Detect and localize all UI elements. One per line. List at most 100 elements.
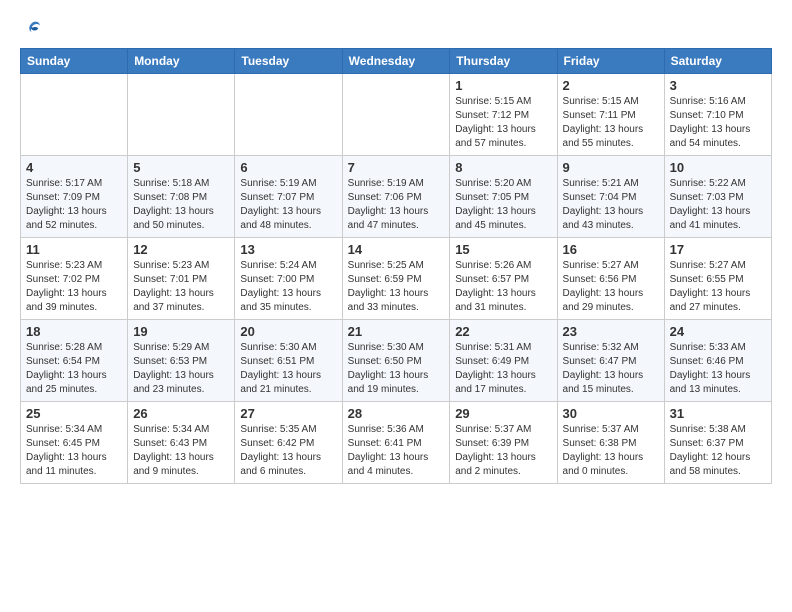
- week-row-4: 18Sunrise: 5:28 AM Sunset: 6:54 PM Dayli…: [21, 320, 772, 402]
- day-info: Sunrise: 5:25 AM Sunset: 6:59 PM Dayligh…: [348, 259, 445, 315]
- day-number: 11: [26, 242, 122, 257]
- day-info: Sunrise: 5:23 AM Sunset: 7:02 PM Dayligh…: [26, 259, 122, 315]
- calendar-table: SundayMondayTuesdayWednesdayThursdayFrid…: [20, 48, 772, 484]
- day-number: 3: [670, 78, 766, 93]
- day-info: Sunrise: 5:24 AM Sunset: 7:00 PM Dayligh…: [240, 259, 336, 315]
- day-number: 9: [563, 160, 659, 175]
- day-number: 5: [133, 160, 229, 175]
- day-number: 24: [670, 324, 766, 339]
- day-number: 15: [455, 242, 551, 257]
- day-cell: [21, 74, 128, 156]
- day-number: 10: [670, 160, 766, 175]
- day-cell: 8 Sunrise: 5:20 AM Sunset: 7:05 PM Daylig…: [450, 156, 557, 238]
- col-header-monday: Monday: [128, 49, 235, 74]
- day-cell: 24 Sunrise: 5:33 AM Sunset: 6:46 PM Dayli…: [664, 320, 771, 402]
- day-cell: 2Sunrise: 5:15 AM Sunset: 7:11 PM Daylig…: [557, 74, 664, 156]
- calendar-body: 1 Sunrise: 5:15 AM Sunset: 7:12 PM Daylig…: [21, 74, 772, 484]
- day-info: Sunrise: 5:26 AM Sunset: 6:57 PM Dayligh…: [455, 259, 551, 315]
- day-info: Sunrise: 5:30 AM Sunset: 6:50 PM Dayligh…: [348, 341, 445, 397]
- day-cell: 31 Sunrise: 5:38 AM Sunset: 6:37 PM Dayli…: [664, 402, 771, 484]
- day-info: Sunrise: 5:28 AM Sunset: 6:54 PM Dayligh…: [26, 341, 122, 397]
- day-cell: 17 Sunrise: 5:27 AM Sunset: 6:55 PM Dayli…: [664, 238, 771, 320]
- day-info: Sunrise: 5:37 AM Sunset: 6:39 PM Dayligh…: [455, 423, 551, 479]
- day-cell: 7 Sunrise: 5:19 AM Sunset: 7:06 PM Daylig…: [342, 156, 450, 238]
- week-row-5: 25 Sunrise: 5:34 AM Sunset: 6:45 PM Dayli…: [21, 402, 772, 484]
- day-number: 31: [670, 406, 766, 421]
- col-header-saturday: Saturday: [664, 49, 771, 74]
- day-cell: 30Sunrise: 5:37 AM Sunset: 6:38 PM Dayli…: [557, 402, 664, 484]
- day-info: Sunrise: 5:15 AM Sunset: 7:12 PM Dayligh…: [455, 95, 551, 151]
- day-cell: 21 Sunrise: 5:30 AM Sunset: 6:50 PM Dayli…: [342, 320, 450, 402]
- day-cell: 29Sunrise: 5:37 AM Sunset: 6:39 PM Dayli…: [450, 402, 557, 484]
- week-row-1: 1 Sunrise: 5:15 AM Sunset: 7:12 PM Daylig…: [21, 74, 772, 156]
- day-number: 26: [133, 406, 229, 421]
- week-row-2: 4 Sunrise: 5:17 AM Sunset: 7:09 PM Daylig…: [21, 156, 772, 238]
- day-number: 30: [563, 406, 659, 421]
- day-cell: 1 Sunrise: 5:15 AM Sunset: 7:12 PM Daylig…: [450, 74, 557, 156]
- day-cell: 23 Sunrise: 5:32 AM Sunset: 6:47 PM Dayli…: [557, 320, 664, 402]
- day-cell: 15 Sunrise: 5:26 AM Sunset: 6:57 PM Dayli…: [450, 238, 557, 320]
- day-cell: 26 Sunrise: 5:34 AM Sunset: 6:43 PM Dayli…: [128, 402, 235, 484]
- day-info: Sunrise: 5:35 AM Sunset: 6:42 PM Dayligh…: [240, 423, 336, 479]
- day-info: Sunrise: 5:32 AM Sunset: 6:47 PM Dayligh…: [563, 341, 659, 397]
- day-cell: 14 Sunrise: 5:25 AM Sunset: 6:59 PM Dayli…: [342, 238, 450, 320]
- day-info: Sunrise: 5:36 AM Sunset: 6:41 PM Dayligh…: [348, 423, 445, 479]
- day-number: 7: [348, 160, 445, 175]
- day-number: 1: [455, 78, 551, 93]
- day-number: 22: [455, 324, 551, 339]
- day-number: 25: [26, 406, 122, 421]
- week-row-3: 11 Sunrise: 5:23 AM Sunset: 7:02 PM Dayli…: [21, 238, 772, 320]
- day-number: 4: [26, 160, 122, 175]
- day-info: Sunrise: 5:19 AM Sunset: 7:07 PM Dayligh…: [240, 177, 336, 233]
- day-info: Sunrise: 5:33 AM Sunset: 6:46 PM Dayligh…: [670, 341, 766, 397]
- day-info: Sunrise: 5:27 AM Sunset: 6:55 PM Dayligh…: [670, 259, 766, 315]
- day-cell: 11 Sunrise: 5:23 AM Sunset: 7:02 PM Dayli…: [21, 238, 128, 320]
- day-info: Sunrise: 5:16 AM Sunset: 7:10 PM Dayligh…: [670, 95, 766, 151]
- day-info: Sunrise: 5:34 AM Sunset: 6:45 PM Dayligh…: [26, 423, 122, 479]
- day-cell: [128, 74, 235, 156]
- day-info: Sunrise: 5:18 AM Sunset: 7:08 PM Dayligh…: [133, 177, 229, 233]
- day-number: 19: [133, 324, 229, 339]
- day-number: 6: [240, 160, 336, 175]
- day-info: Sunrise: 5:19 AM Sunset: 7:06 PM Dayligh…: [348, 177, 445, 233]
- day-cell: 28 Sunrise: 5:36 AM Sunset: 6:41 PM Dayli…: [342, 402, 450, 484]
- day-cell: 18Sunrise: 5:28 AM Sunset: 6:54 PM Dayli…: [21, 320, 128, 402]
- header: [20, 20, 772, 38]
- day-info: Sunrise: 5:38 AM Sunset: 6:37 PM Dayligh…: [670, 423, 766, 479]
- col-header-wednesday: Wednesday: [342, 49, 450, 74]
- day-number: 14: [348, 242, 445, 257]
- day-info: Sunrise: 5:15 AM Sunset: 7:11 PM Dayligh…: [563, 95, 659, 151]
- col-header-sunday: Sunday: [21, 49, 128, 74]
- day-cell: 13Sunrise: 5:24 AM Sunset: 7:00 PM Dayli…: [235, 238, 342, 320]
- day-cell: 16 Sunrise: 5:27 AM Sunset: 6:56 PM Dayli…: [557, 238, 664, 320]
- day-info: Sunrise: 5:34 AM Sunset: 6:43 PM Dayligh…: [133, 423, 229, 479]
- logo-bird-icon: [24, 20, 42, 38]
- day-info: Sunrise: 5:27 AM Sunset: 6:56 PM Dayligh…: [563, 259, 659, 315]
- day-number: 28: [348, 406, 445, 421]
- logo: [20, 20, 44, 38]
- day-info: Sunrise: 5:23 AM Sunset: 7:01 PM Dayligh…: [133, 259, 229, 315]
- day-info: Sunrise: 5:17 AM Sunset: 7:09 PM Dayligh…: [26, 177, 122, 233]
- day-number: 20: [240, 324, 336, 339]
- day-info: Sunrise: 5:21 AM Sunset: 7:04 PM Dayligh…: [563, 177, 659, 233]
- day-cell: 6 Sunrise: 5:19 AM Sunset: 7:07 PM Daylig…: [235, 156, 342, 238]
- day-number: 8: [455, 160, 551, 175]
- day-number: 17: [670, 242, 766, 257]
- day-number: 21: [348, 324, 445, 339]
- day-cell: 22Sunrise: 5:31 AM Sunset: 6:49 PM Dayli…: [450, 320, 557, 402]
- day-number: 12: [133, 242, 229, 257]
- day-info: Sunrise: 5:30 AM Sunset: 6:51 PM Dayligh…: [240, 341, 336, 397]
- day-cell: 19Sunrise: 5:29 AM Sunset: 6:53 PM Dayli…: [128, 320, 235, 402]
- day-cell: 27 Sunrise: 5:35 AM Sunset: 6:42 PM Dayli…: [235, 402, 342, 484]
- day-info: Sunrise: 5:20 AM Sunset: 7:05 PM Dayligh…: [455, 177, 551, 233]
- day-number: 27: [240, 406, 336, 421]
- day-cell: 4 Sunrise: 5:17 AM Sunset: 7:09 PM Daylig…: [21, 156, 128, 238]
- day-cell: 3 Sunrise: 5:16 AM Sunset: 7:10 PM Daylig…: [664, 74, 771, 156]
- col-header-friday: Friday: [557, 49, 664, 74]
- day-info: Sunrise: 5:22 AM Sunset: 7:03 PM Dayligh…: [670, 177, 766, 233]
- day-cell: 9 Sunrise: 5:21 AM Sunset: 7:04 PM Daylig…: [557, 156, 664, 238]
- day-number: 23: [563, 324, 659, 339]
- day-cell: [235, 74, 342, 156]
- day-cell: [342, 74, 450, 156]
- day-number: 16: [563, 242, 659, 257]
